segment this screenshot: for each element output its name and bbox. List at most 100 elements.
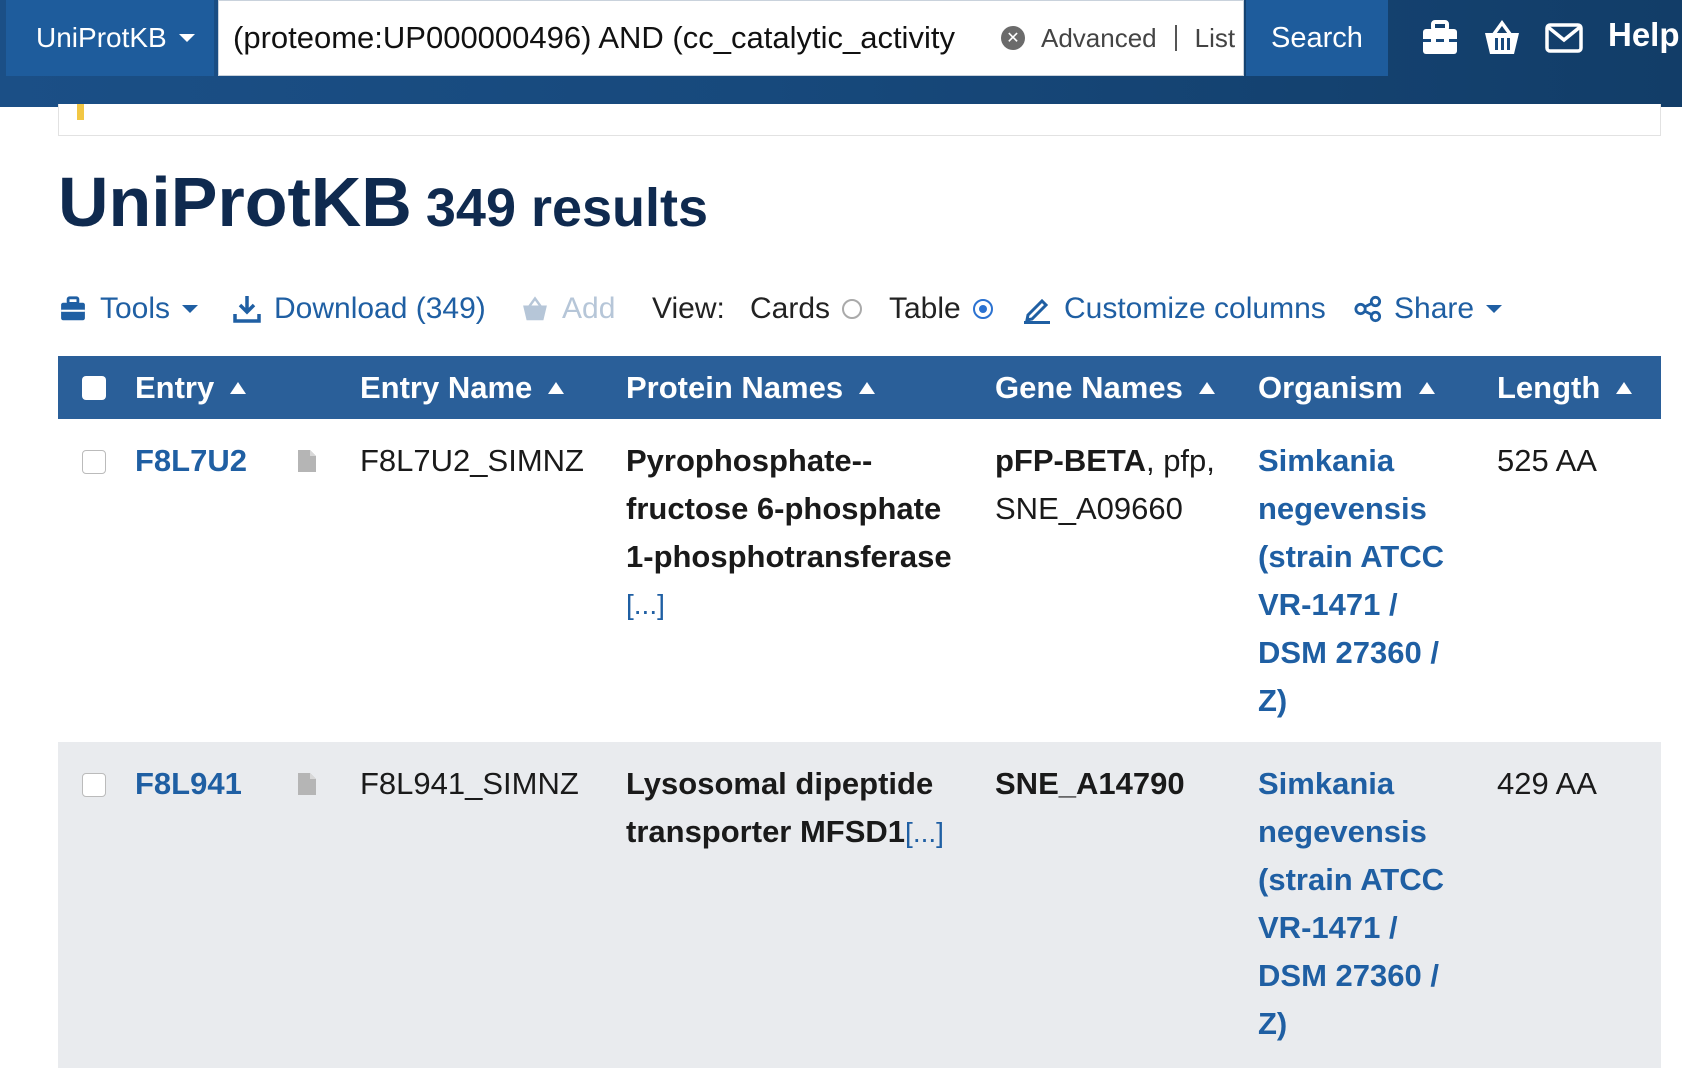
show-more-link[interactable]: [...] (905, 817, 944, 848)
protein-names-cell: Pyrophosphate-- fructose 6-phosphate 1-p… (626, 437, 966, 629)
page-title: UniProtKB 349 results (58, 162, 708, 242)
entry-accession-link[interactable]: F8L7U2 (135, 437, 247, 485)
banner-accent (77, 104, 84, 120)
organism-line: DSM 27360 / (1258, 958, 1439, 993)
download-button[interactable]: Download (349) (232, 284, 486, 334)
organism-line: (strain ATCC (1258, 539, 1444, 574)
entry-accession-link[interactable]: F8L941 (135, 760, 242, 808)
tools-menu[interactable]: Tools (58, 284, 199, 334)
list-search-link[interactable]: List (1195, 23, 1235, 54)
share-menu[interactable]: Share (1354, 284, 1503, 334)
document-icon (298, 450, 316, 472)
length-cell: 429 AA (1497, 766, 1597, 801)
protein-name-line: Pyrophosphate-- (626, 443, 873, 478)
entry-name: F8L941_SIMNZ (360, 766, 579, 801)
gene-name-synonyms: , pfp, (1145, 443, 1215, 478)
organism-line: DSM 27360 / (1258, 635, 1439, 670)
sort-ascending-icon[interactable] (1198, 381, 1215, 394)
organism-line: Simkania (1258, 766, 1395, 801)
notice-banner (58, 104, 1661, 136)
customize-columns-button[interactable]: Customize columns (1022, 284, 1326, 334)
search-input[interactable]: (proteome:UP000000496) AND (cc_catalytic… (218, 0, 1244, 76)
column-header-length[interactable]: Length (1497, 356, 1633, 419)
page-title-db: UniProtKB (58, 163, 412, 241)
column-header-organism[interactable]: Organism (1258, 356, 1435, 419)
database-selector-label: UniProtKB (36, 22, 167, 53)
table-row: F8L7U2 F8L7U2_SIMNZ Pyrophosphate-- fruc… (58, 419, 1661, 742)
organism-link[interactable]: Simkania negevensis (strain ATCC VR-1471… (1258, 437, 1478, 725)
column-header-label: Entry Name (360, 369, 533, 405)
database-selector[interactable]: UniProtKB (6, 0, 214, 76)
organism-line: Z) (1258, 1006, 1288, 1041)
row-checkbox[interactable] (82, 773, 106, 797)
result-count: 349 results (425, 178, 709, 238)
cards-radio[interactable] (842, 299, 863, 319)
clear-search-icon[interactable]: ✕ (1001, 26, 1025, 50)
organism-line: negevensis (1258, 814, 1427, 849)
column-header-label: Protein Names (626, 369, 844, 405)
tools-label: Tools (100, 292, 171, 325)
sort-ascending-icon[interactable] (548, 381, 565, 394)
column-header-label: Gene Names (995, 369, 1183, 405)
search-button[interactable]: Search (1246, 0, 1388, 76)
toolbox-icon (61, 296, 85, 321)
chevron-down-icon (178, 34, 195, 42)
table-header: Entry Entry Name Protein Names Gene Name… (58, 356, 1661, 419)
top-header: UniProtKB (proteome:UP000000496) AND (cc… (0, 0, 1682, 107)
primary-gene-name: SNE_A14790 (995, 766, 1185, 801)
entry-name: F8L7U2_SIMNZ (360, 443, 584, 478)
divider (1174, 25, 1177, 51)
share-label: Share (1394, 292, 1475, 325)
sort-ascending-icon[interactable] (859, 381, 876, 394)
organism-line: Z) (1258, 683, 1288, 718)
chevron-down-icon (1486, 305, 1503, 313)
organism-link[interactable]: Simkania negevensis (strain ATCC VR-1471… (1258, 760, 1478, 1048)
basket-icon[interactable] (1482, 18, 1522, 58)
column-header-label: Entry (135, 369, 215, 405)
add-to-basket-button[interactable]: Add (520, 284, 615, 334)
protein-names-cell: Lysosomal dipeptide transporter MFSD1[..… (626, 760, 976, 857)
help-link[interactable]: Help (1608, 16, 1680, 54)
pencil-icon (1024, 298, 1050, 324)
protein-name-line: fructose 6-phosphate (626, 491, 942, 526)
column-header-label: Organism (1258, 369, 1403, 405)
sort-ascending-icon[interactable] (230, 381, 247, 394)
select-all-checkbox[interactable] (82, 376, 106, 400)
organism-line: VR-1471 / (1258, 910, 1398, 945)
table-radio[interactable] (972, 299, 993, 319)
share-icon (1354, 295, 1382, 323)
column-header-gene-names[interactable]: Gene Names (995, 356, 1215, 419)
basket-icon (523, 296, 547, 321)
search-query-text[interactable]: (proteome:UP000000496) AND (cc_catalytic… (233, 20, 991, 56)
sort-ascending-icon[interactable] (1418, 381, 1435, 394)
gene-names-cell: pFP-BETA, pfp, SNE_A09660 (995, 437, 1235, 533)
organism-line: Simkania (1258, 443, 1395, 478)
sort-ascending-icon[interactable] (1616, 381, 1633, 394)
advanced-search-link[interactable]: Advanced (1041, 23, 1157, 54)
column-header-entry[interactable]: Entry (135, 356, 247, 419)
column-header-protein-names[interactable]: Protein Names (626, 356, 876, 419)
view-cards-option[interactable]: Cards (750, 284, 863, 334)
protein-name-line: transporter MFSD1 (626, 814, 906, 849)
column-header-label: Length (1497, 369, 1601, 405)
mail-icon[interactable] (1544, 18, 1584, 58)
organism-line: (strain ATCC (1258, 862, 1444, 897)
view-label: View: (652, 292, 725, 325)
length-cell: 525 AA (1497, 443, 1597, 478)
show-more-link[interactable]: [...] (626, 581, 966, 629)
column-header-entry-name[interactable]: Entry Name (360, 356, 565, 419)
organism-line: VR-1471 / (1258, 587, 1398, 622)
protein-name-line: Lysosomal dipeptide (626, 766, 934, 801)
toolbox-icon[interactable] (1420, 18, 1460, 58)
add-label: Add (562, 292, 616, 325)
view-table-option[interactable]: Table (889, 284, 993, 334)
table-label: Table (889, 292, 961, 325)
row-checkbox[interactable] (82, 450, 106, 474)
results-toolbar: Tools Download (349) Add View: Cards Tab… (58, 284, 1668, 334)
customize-columns-label: Customize columns (1064, 292, 1326, 325)
table-row: F8L941 F8L941_SIMNZ Lysosomal dipeptide … (58, 742, 1661, 1068)
protein-name-line: 1-phosphotransferase (626, 539, 952, 574)
primary-gene-name: pFP-BETA (995, 443, 1146, 478)
gene-orf-name: SNE_A09660 (995, 491, 1183, 526)
chevron-down-icon (182, 305, 199, 313)
